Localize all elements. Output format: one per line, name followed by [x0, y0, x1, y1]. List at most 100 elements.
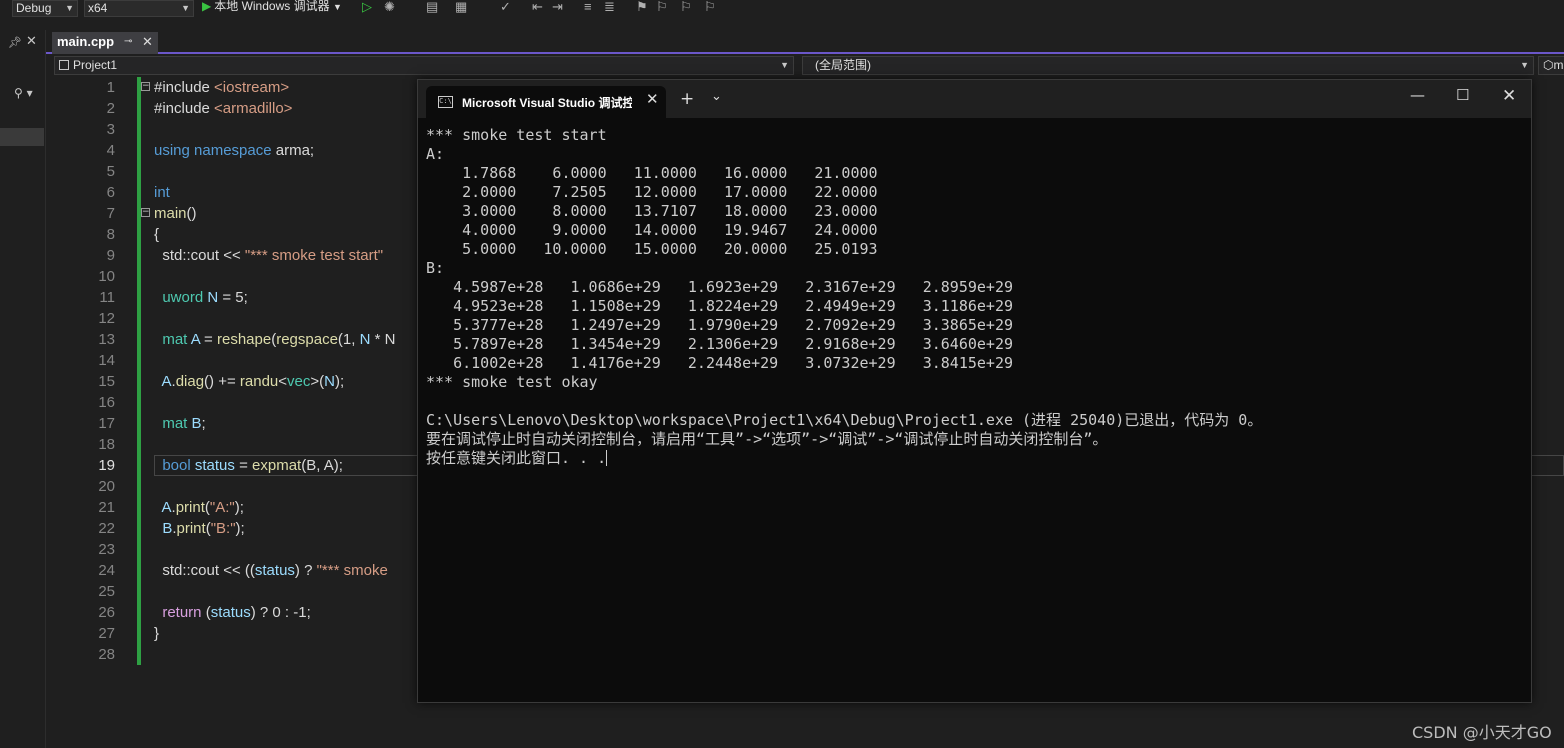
close-tab-icon[interactable]: ✕ — [646, 90, 659, 108]
close-window-icon[interactable]: ✕ — [1502, 86, 1516, 106]
console-line: 6.1002e+28 1.4176e+29 2.2448e+29 3.0732e… — [426, 354, 1013, 372]
tab-label: main.cpp — [57, 34, 115, 49]
platform-value: x64 — [88, 1, 108, 15]
new-tab-icon[interactable]: + — [680, 89, 694, 109]
minimize-icon[interactable]: — — [1410, 86, 1425, 104]
console-tab[interactable]: C:\ Microsoft Visual Studio 调试控制台 ✕ — [426, 86, 666, 118]
line-number: 6 — [106, 184, 115, 201]
play-icon: ▶ — [202, 0, 212, 13]
line-number: 19 — [98, 457, 115, 474]
maximize-icon[interactable]: ☐ — [1456, 86, 1469, 104]
configuration-dropdown[interactable]: Debug ▼ — [12, 0, 78, 17]
search-icon[interactable]: ⚲ ▾ — [14, 86, 33, 100]
pin-icon[interactable]: ⊸ — [124, 32, 132, 52]
code-text: } — [154, 625, 160, 642]
close-icon[interactable]: ✕ — [142, 32, 153, 52]
console-line: 3.0000 8.0000 13.7107 18.0000 23.0000 — [426, 202, 878, 220]
line-number: 11 — [99, 289, 115, 306]
chevron-down-icon: ▼ — [181, 3, 190, 13]
chevron-down-icon: ▼ — [65, 3, 74, 13]
line-number: 24 — [98, 562, 115, 579]
debug-console-window[interactable]: C:\ Microsoft Visual Studio 调试控制台 ✕ + ⌄ … — [417, 79, 1532, 703]
line-number: 14 — [98, 352, 115, 369]
watermark: CSDN @小天才GO — [1412, 723, 1552, 742]
code-text: std::cout << "*** smoke test start" — [154, 247, 384, 264]
console-line: B: — [426, 259, 445, 277]
code-text: return (status) ? 0 : -1; — [154, 604, 311, 621]
solution-explorer-icon[interactable]: ▤ — [426, 0, 438, 16]
code-text: uword N = 5; — [154, 289, 248, 306]
console-line: 4.5987e+28 1.0686e+29 1.6923e+29 2.3167e… — [426, 278, 1013, 296]
console-line: *** smoke test start — [426, 126, 607, 144]
selected-tree-item[interactable] — [0, 128, 44, 146]
bookmark-icon[interactable]: ⚑ — [636, 0, 648, 16]
code-text: B.print("B:"); — [154, 520, 245, 537]
console-line: 4.9523e+28 1.1508e+29 1.8224e+29 2.4949e… — [426, 297, 1013, 315]
window-layout-icon[interactable]: ▦ — [455, 0, 467, 16]
line-number: 18 — [98, 436, 115, 453]
tab-main-cpp[interactable]: main.cpp ⊸ ✕ — [52, 32, 158, 54]
code-text: using namespace arma; — [154, 142, 315, 159]
project-dropdown[interactable]: Project1 ▼ — [54, 56, 794, 75]
hot-reload-icon[interactable]: ✺ — [384, 0, 395, 16]
close-icon[interactable]: ✕ — [26, 34, 37, 49]
clear-bookmarks-icon[interactable]: ⚐ — [704, 0, 716, 16]
main-toolbar: Debug ▼ x64 ▼ ▶ 本地 Windows 调试器 ▼ ▷ ✺ ▤ ▦ … — [0, 0, 1564, 18]
document-tab-bar: main.cpp ⊸ ✕ — [46, 30, 1564, 54]
code-text: int — [154, 184, 170, 201]
chevron-down-icon: ▼ — [332, 2, 342, 12]
next-bookmark-icon[interactable]: ⚐ — [680, 0, 692, 16]
comment-icon[interactable]: ≡ — [584, 0, 592, 16]
line-number: 16 — [98, 394, 115, 411]
previous-bookmark-icon[interactable]: ⚐ — [656, 0, 668, 16]
code-text: { — [154, 226, 160, 243]
member-dropdown[interactable]: ⬡m — [1538, 56, 1564, 75]
collapse-icon[interactable]: − — [141, 82, 150, 91]
chevron-down-icon: ▼ — [780, 60, 789, 70]
scope-dropdown[interactable]: (全局范围) ▼ — [802, 56, 1534, 75]
code-text: std::cout << ((status) ? "*** smoke — [154, 562, 388, 579]
start-debugging-button[interactable]: ▶ 本地 Windows 调试器 ▼ — [202, 0, 342, 16]
console-line: 按任意键关闭此窗口. . . — [426, 449, 608, 467]
pin-icon[interactable]: 📌︎ — [8, 36, 22, 49]
console-title-bar: C:\ Microsoft Visual Studio 调试控制台 ✕ + ⌄ … — [418, 80, 1531, 118]
platform-dropdown[interactable]: x64 ▼ — [84, 0, 194, 17]
line-number: 21 — [98, 499, 115, 516]
code-text: #include <iostream> — [154, 79, 290, 96]
code-text: mat B; — [154, 415, 206, 432]
uncomment-icon[interactable]: ≣ — [604, 0, 615, 16]
spell-check-icon[interactable]: ✓ — [500, 0, 511, 16]
collapse-icon[interactable]: − — [141, 208, 150, 217]
console-line: C:\Users\Lenovo\Desktop\workspace\Projec… — [426, 411, 1263, 429]
scope-value: (全局范围) — [815, 58, 871, 72]
console-output[interactable]: *** smoke test start A: 1.7868 6.0000 11.… — [426, 126, 1526, 468]
line-number: 13 — [98, 331, 115, 348]
code-text: #include <armadillo> — [154, 100, 293, 117]
line-number: 8 — [106, 226, 115, 243]
navigation-bar: Project1 ▼ (全局范围) ▼ ⬡m — [54, 56, 1564, 75]
console-line: *** smoke test okay — [426, 373, 598, 391]
indent-icon[interactable]: ⇥ — [552, 0, 563, 16]
console-line: 4.0000 9.0000 14.0000 19.9467 24.0000 — [426, 221, 878, 239]
chevron-down-icon[interactable]: ⌄ — [711, 89, 722, 104]
console-line: 1.7868 6.0000 11.0000 16.0000 21.0000 — [426, 164, 878, 182]
line-number: 25 — [98, 583, 115, 600]
line-number: 23 — [98, 541, 115, 558]
project-icon — [59, 60, 69, 70]
line-number: 27 — [98, 625, 115, 642]
configuration-value: Debug — [16, 1, 52, 15]
project-value: Project1 — [73, 58, 118, 72]
line-number: 10 — [98, 268, 115, 285]
solution-explorer-strip: 📌︎ ✕ ⚲ ▾ — [0, 30, 46, 748]
line-number: 5 — [106, 163, 115, 180]
code-text: main() — [154, 205, 197, 222]
code-text: bool status = expmat(B, A); — [154, 457, 343, 474]
console-line: A: — [426, 145, 445, 163]
line-number: 15 — [98, 373, 115, 390]
line-number: 9 — [106, 247, 115, 264]
start-without-debugging-icon[interactable]: ▷ — [362, 0, 372, 16]
cube-icon: ⬡ — [1543, 58, 1554, 72]
chevron-down-icon: ▼ — [1520, 60, 1529, 70]
outdent-icon[interactable]: ⇤ — [532, 0, 543, 16]
